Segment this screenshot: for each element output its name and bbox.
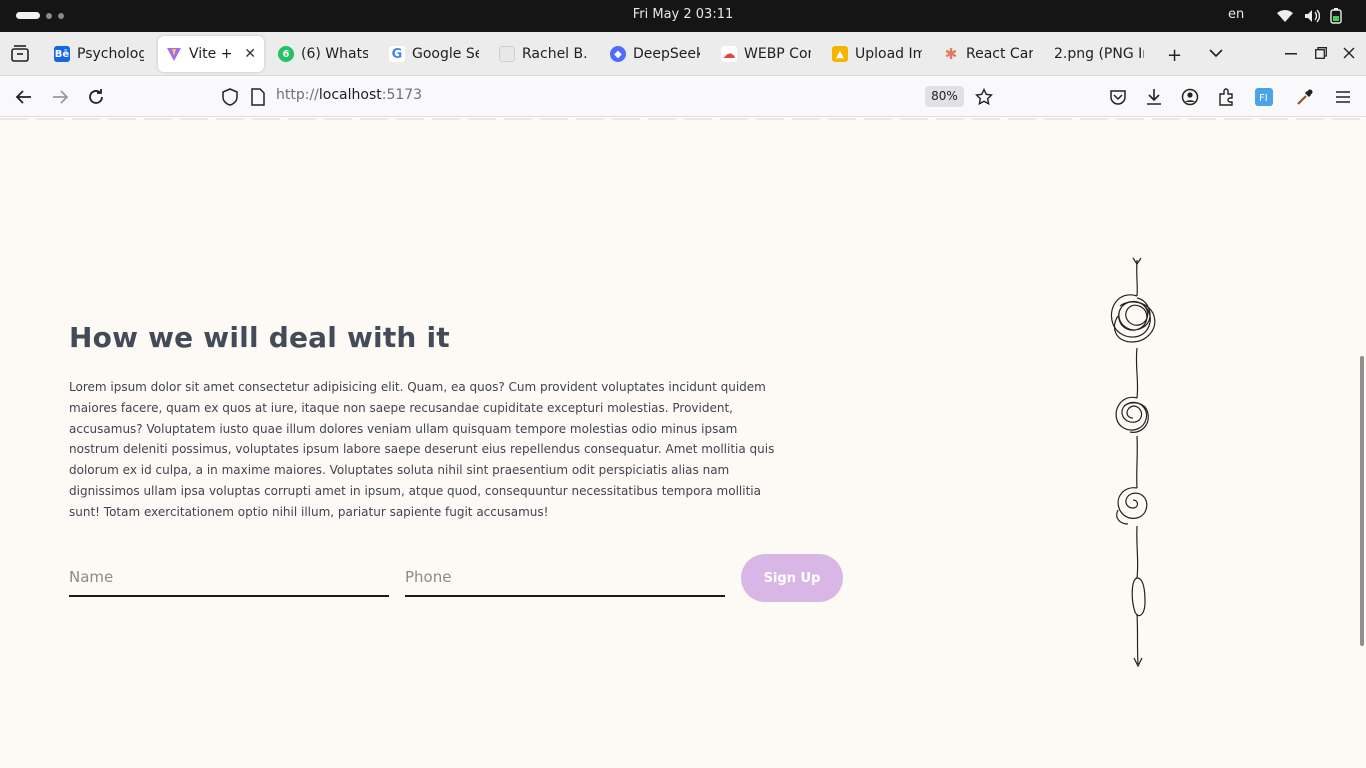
tab-title: Google Se [412,46,479,62]
tab-overview-icon[interactable] [10,45,30,63]
extension-badge-icon[interactable]: FI [1255,88,1273,106]
sign-up-button[interactable]: Sign Up [741,554,843,602]
browser-nav-bar: http://localhost:5173 80% FI [0,77,1366,117]
volume-icon [1305,9,1320,23]
section-divider [0,118,1366,120]
tab-title: WEBP Con [744,46,811,62]
extensions-icon[interactable] [1217,88,1235,106]
behance-icon: Bē [54,46,70,62]
pocket-icon[interactable] [1109,88,1127,106]
upload-icon: ▲ [832,46,848,62]
google-icon: G [389,46,405,62]
whatsapp-icon: 6 [278,46,294,62]
wifi-icon [1277,10,1293,22]
tab-title: Rachel B. [522,46,588,62]
download-icon[interactable] [1145,88,1163,106]
zoom-level-badge[interactable]: 80% [925,86,964,107]
section-paragraph: Lorem ipsum dolor sit amet consectetur a… [69,380,775,519]
keyboard-language[interactable]: en [1228,7,1244,22]
deepseek-icon: ◆ [610,46,626,62]
section-heading: How we will deal with it [69,321,450,354]
tab-title: Upload Im [855,46,922,62]
shield-icon[interactable] [221,88,239,106]
claude-icon: ✱ [944,45,958,63]
vite-icon [167,48,181,61]
url-scheme: http:// [276,87,319,103]
new-tab-icon[interactable]: + [1167,45,1182,66]
tab-google-search[interactable]: G Google Se [381,36,487,72]
tab-title: DeepSeek [633,46,700,62]
os-top-bar: Fri May 2 03:11 en [0,0,1366,32]
tab-2-png[interactable]: 2.png (PNG Im [1046,36,1152,72]
tab-react-card[interactable]: ✱ React Carc [935,36,1041,72]
hamburger-menu-icon[interactable] [1334,88,1352,106]
url-port: :5173 [381,87,423,103]
os-clock[interactable]: Fri May 2 03:11 [0,7,1366,22]
reload-icon[interactable] [87,88,105,106]
tab-webp-converter[interactable]: ☁ WEBP Con [713,36,819,72]
tab-title: 2.png (PNG Im [1054,46,1144,62]
svg-text:FI: FI [1259,93,1268,104]
page-scrollbar[interactable] [1360,356,1364,646]
eyedropper-icon[interactable] [1296,88,1314,106]
close-tab-icon[interactable]: ✕ [244,46,256,62]
minimize-icon[interactable] [1285,53,1297,55]
tab-psychology[interactable]: Bē Psycholog [46,36,152,72]
page-info-icon[interactable] [249,88,267,106]
bookmark-star-icon[interactable] [975,88,993,106]
browser-tab-strip: Bē Psycholog Vite + R ✕ 6 (6) Whats G Go… [0,32,1366,76]
chevron-down-icon[interactable] [1209,48,1223,58]
url-bar[interactable]: http://localhost:5173 [276,87,422,103]
scribble-illustration [1110,257,1156,668]
forward-icon[interactable] [51,88,69,106]
battery-icon [1330,8,1342,24]
cloud-icon: ☁ [721,46,737,62]
tab-title: (6) Whats [301,46,368,62]
tab-title: Vite + R [189,46,238,62]
tab-title: React Carc [966,46,1033,62]
restore-icon[interactable] [1315,47,1327,59]
page-icon [499,46,515,62]
name-input[interactable] [69,558,389,597]
tab-deepseek[interactable]: ◆ DeepSeek [602,36,708,72]
account-icon[interactable] [1181,88,1199,106]
tab-rachel[interactable]: Rachel B. [491,36,597,72]
back-icon[interactable] [15,88,33,106]
close-window-icon[interactable] [1343,47,1355,59]
tab-vite-react[interactable]: Vite + R ✕ [158,36,264,72]
tab-title: Psycholog [77,46,144,62]
phone-input[interactable] [405,558,725,597]
url-host: localhost [318,87,382,103]
tab-upload-image[interactable]: ▲ Upload Im [824,36,930,72]
system-tray[interactable] [1276,8,1342,24]
page-viewport: How we will deal with it Lorem ipsum dol… [0,118,1366,768]
tab-whatsapp[interactable]: 6 (6) Whats [270,36,376,72]
